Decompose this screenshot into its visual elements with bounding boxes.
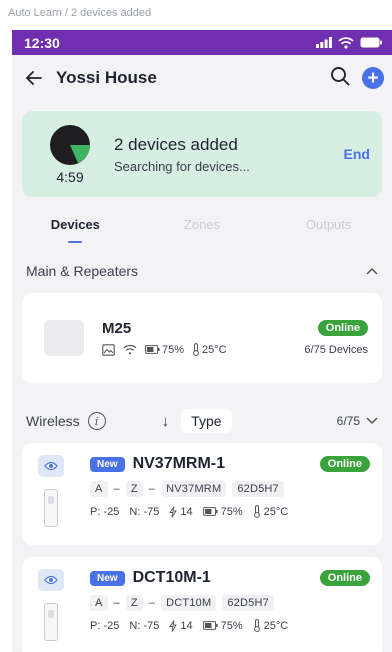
tag-chip: A bbox=[90, 595, 108, 611]
temperature-value: 25°C bbox=[202, 343, 227, 356]
tag-chip: DCT10M bbox=[161, 595, 217, 611]
temperature-value: 25°C bbox=[263, 619, 289, 632]
tab-zones[interactable]: Zones bbox=[147, 217, 257, 243]
thermometer-icon bbox=[253, 505, 260, 518]
p-value: P: -25 bbox=[90, 505, 120, 518]
app-header: Yossi House + bbox=[12, 55, 392, 101]
device-image bbox=[44, 489, 58, 527]
add-device-button[interactable]: + bbox=[362, 67, 384, 89]
battery-icon bbox=[145, 345, 160, 354]
search-icon[interactable] bbox=[330, 66, 350, 91]
tag-chip: – bbox=[113, 597, 120, 609]
tag-chip: – bbox=[148, 483, 156, 495]
eye-icon[interactable] bbox=[38, 455, 64, 477]
image-icon bbox=[102, 343, 115, 356]
signal-value: 14 bbox=[180, 619, 193, 632]
auto-learn-banner: 4:59 2 devices added Searching for devic… bbox=[22, 111, 382, 197]
device-image bbox=[44, 603, 58, 641]
device-name: NV37MRM-1 bbox=[132, 455, 226, 472]
battery-level: 75% bbox=[162, 343, 185, 356]
sort-arrow-icon[interactable]: ↓ bbox=[162, 413, 170, 430]
back-arrow-icon[interactable] bbox=[26, 71, 42, 85]
p-value: P: -25 bbox=[90, 619, 120, 632]
tab-outputs[interactable]: Outputs bbox=[274, 217, 384, 243]
eye-icon[interactable] bbox=[38, 569, 64, 591]
page-title: Yossi House bbox=[56, 68, 157, 87]
n-value: N: -75 bbox=[129, 505, 160, 518]
temperature-value: 25°C bbox=[263, 505, 289, 518]
banner-subtitle: Searching for devices... bbox=[114, 158, 250, 174]
wireless-device-card[interactable]: New DCT10M-1 Online A – Z – DCT10M 62D5H… bbox=[22, 557, 382, 652]
info-icon[interactable]: i bbox=[87, 412, 106, 430]
device-stats: P: -25 N: -75 14 75% 25°C bbox=[90, 505, 370, 518]
wireless-count-value: 6/75 bbox=[336, 414, 360, 428]
battery-level: 75% bbox=[220, 619, 243, 632]
wifi-icon bbox=[338, 36, 354, 49]
thermometer-icon bbox=[253, 619, 260, 632]
device-stats: P: -25 N: -75 14 75% 25°C bbox=[90, 619, 370, 632]
device-tags: A – Z – DCT10M 62D5H7 bbox=[90, 595, 370, 611]
device-tags: A – Z – NV37MRM 62D5H7 bbox=[90, 481, 370, 497]
tag-chip: – bbox=[148, 597, 156, 609]
battery-icon bbox=[202, 621, 218, 630]
lightning-icon bbox=[169, 505, 178, 518]
tag-chip: 62D5H7 bbox=[232, 481, 284, 497]
status-badge: Online bbox=[319, 570, 370, 586]
device-stats: 75% 25°C bbox=[102, 343, 304, 356]
devices-count: 6/75 Devices bbox=[304, 344, 368, 356]
n-value: N: -75 bbox=[129, 619, 160, 632]
lightning-icon bbox=[169, 619, 178, 632]
banner-title: 2 devices added bbox=[114, 134, 238, 154]
section-title: Main & Repeaters bbox=[26, 263, 139, 279]
end-button[interactable]: End bbox=[344, 146, 370, 162]
status-bar: 12:30 bbox=[12, 30, 392, 55]
screen-caption: Auto Learn / 2 devices added bbox=[8, 7, 152, 19]
device-name: M25 bbox=[102, 320, 132, 337]
battery-icon bbox=[360, 37, 382, 48]
new-badge: New bbox=[90, 456, 125, 472]
wireless-section-header: Wireless i ↓ Type 6/75 bbox=[12, 407, 392, 435]
type-filter-button[interactable]: Type bbox=[181, 409, 232, 433]
status-badge: Online bbox=[319, 456, 370, 472]
countdown-timer: 4:59 bbox=[46, 123, 94, 185]
chevron-up-icon[interactable] bbox=[366, 267, 378, 275]
device-name: DCT10M-1 bbox=[132, 569, 211, 586]
tag-chip: NV37MRM bbox=[161, 481, 227, 497]
battery-level: 75% bbox=[220, 505, 243, 518]
chevron-down-icon[interactable] bbox=[366, 417, 378, 425]
tag-chip: Z bbox=[125, 595, 143, 611]
status-icons bbox=[316, 36, 382, 49]
tab-bar: Devices Zones Outputs bbox=[12, 217, 392, 243]
tag-chip: 62D5H7 bbox=[222, 595, 274, 611]
timer-ring-icon bbox=[50, 125, 90, 165]
status-badge: Online bbox=[317, 320, 368, 336]
tab-devices[interactable]: Devices bbox=[20, 217, 130, 243]
new-badge: New bbox=[90, 570, 125, 586]
tag-chip: – bbox=[113, 483, 120, 495]
signal-icon bbox=[316, 37, 332, 48]
battery-icon bbox=[202, 507, 218, 516]
timer-label: 4:59 bbox=[56, 169, 84, 185]
wifi-icon bbox=[123, 344, 137, 355]
main-section-header[interactable]: Main & Repeaters bbox=[12, 259, 392, 283]
thermometer-icon bbox=[193, 343, 199, 356]
signal-value: 14 bbox=[180, 505, 193, 518]
section-title: Wireless bbox=[26, 413, 80, 429]
tag-chip: A bbox=[90, 481, 108, 497]
wireless-device-card[interactable]: New NV37MRM-1 Online A – Z – NV37MRM 62D… bbox=[22, 443, 382, 545]
device-thumbnail bbox=[44, 320, 84, 356]
status-time: 12:30 bbox=[24, 34, 60, 51]
main-device-card[interactable]: M25 75% 25°C Online 6/75 Devices bbox=[22, 293, 382, 383]
phone-screen: 12:30 Yossi House + 4:59 2 devices added… bbox=[12, 30, 392, 652]
tag-chip: Z bbox=[125, 481, 143, 497]
wireless-count[interactable]: 6/75 bbox=[337, 414, 378, 428]
